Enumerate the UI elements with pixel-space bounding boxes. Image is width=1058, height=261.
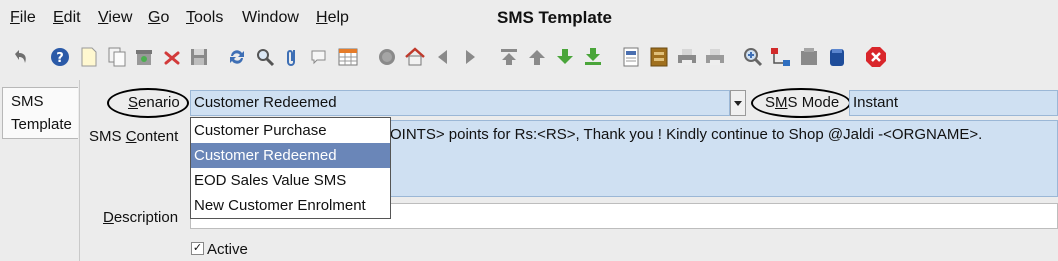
find-icon[interactable] [254,46,276,68]
senario-label: Senario [128,94,180,111]
report-icon[interactable] [620,46,642,68]
description-label: Description [103,209,179,226]
first-icon[interactable] [498,46,520,68]
window-title: SMS Template [497,8,612,27]
attach-icon[interactable] [282,46,304,68]
menu-tools[interactable]: Tools [186,9,223,27]
last-icon[interactable] [582,46,604,68]
copy-icon[interactable] [106,46,128,68]
print-preview-icon[interactable] [704,46,726,68]
workflow-icon[interactable] [770,46,792,68]
svg-text:?: ? [56,51,64,66]
grid-icon[interactable] [337,46,359,68]
tab-label-line2: Template [11,116,72,133]
forward-icon[interactable] [459,46,481,68]
refresh-icon[interactable] [226,46,248,68]
toolbar: ? [0,38,1058,76]
home-icon[interactable] [404,46,426,68]
menu-bar: File Edit View Go Tools Window Help SMS … [0,0,1058,36]
exit-icon[interactable] [865,46,887,68]
help-icon[interactable]: ? [49,46,71,68]
archive-icon[interactable] [133,46,155,68]
history-icon[interactable] [376,46,398,68]
menu-view[interactable]: View [98,9,132,27]
prev-icon[interactable] [526,46,548,68]
sms-mode-label: SMS Mode [765,94,840,111]
menu-file[interactable]: File [10,9,36,27]
next-icon[interactable] [554,46,576,68]
active-label: Active [207,241,248,258]
dropdown-option-selected[interactable]: Customer Redeemed [191,143,390,168]
senario-dropdown-list: Customer Purchase Customer Redeemed EOD … [190,117,391,219]
new-icon[interactable] [78,46,100,68]
undo-icon[interactable] [9,46,31,68]
zoom-icon[interactable] [742,46,764,68]
archive-2-icon[interactable] [648,46,670,68]
active-checkbox[interactable]: ✓ [191,242,204,255]
delete-icon[interactable] [161,46,183,68]
dropdown-option[interactable]: Customer Purchase [191,118,390,143]
product-icon[interactable] [798,46,820,68]
menu-window[interactable]: Window [242,9,299,27]
tab-label-line1: SMS [11,93,44,110]
back-icon[interactable] [432,46,454,68]
sms-mode-field[interactable]: Instant [849,90,1058,116]
senario-combobox[interactable]: Customer Redeemed [190,90,730,116]
dropdown-option[interactable]: EOD Sales Value SMS [191,168,390,193]
menu-edit[interactable]: Edit [53,9,81,27]
save-icon[interactable] [188,46,210,68]
dropdown-option[interactable]: New Customer Enrolment [191,193,390,218]
menu-go[interactable]: Go [148,9,169,27]
senario-dropdown-button[interactable] [730,90,746,116]
chevron-down-icon [734,100,742,106]
sms-content-text: OINTS> points for Rs:<RS>, Thank you ! K… [390,126,983,143]
request-icon[interactable] [826,46,848,68]
tab-sms-template[interactable]: SMS Template [2,87,78,139]
tab-divider [79,80,80,261]
sms-content-label: SMS Content [89,128,179,145]
print-icon[interactable] [676,46,698,68]
menu-help[interactable]: Help [316,9,349,27]
chat-icon[interactable] [309,46,331,68]
